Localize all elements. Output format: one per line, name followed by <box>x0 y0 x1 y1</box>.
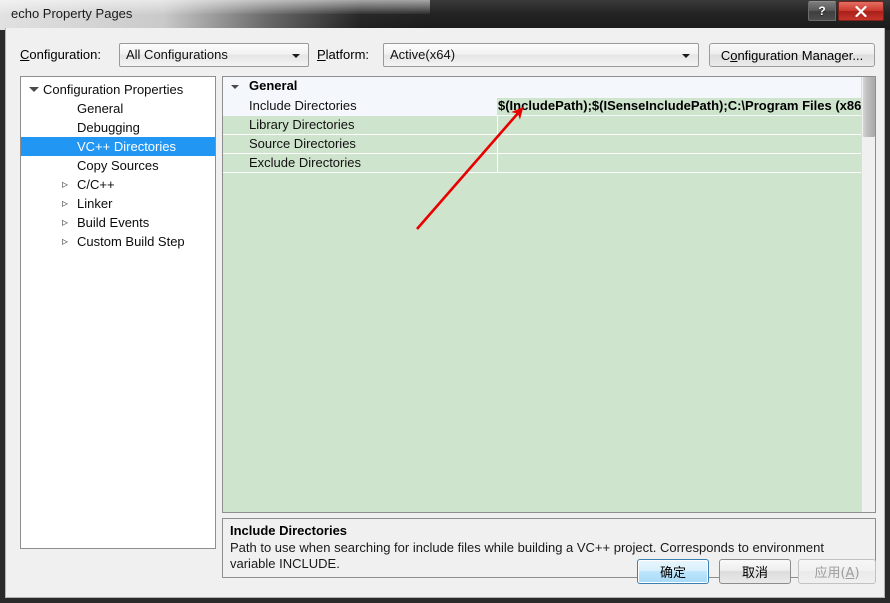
tree-item-label: Custom Build Step <box>77 234 185 249</box>
property-grid-empty-area <box>223 174 861 512</box>
dialog-client-area: Configuration: All Configurations Platfo… <box>5 28 885 598</box>
property-row[interactable]: Include Directories $(IncludePath);$(ISen… <box>223 97 861 116</box>
property-category-label: General <box>249 78 298 93</box>
property-row[interactable]: Source Directories <box>223 135 861 154</box>
platform-combobox-value: Active(x64) <box>390 47 456 62</box>
configuration-combobox[interactable]: All Configurations <box>119 43 309 67</box>
property-grid-scrollbar[interactable] <box>861 77 875 512</box>
property-name: Exclude Directories <box>249 155 361 170</box>
platform-combobox[interactable]: Active(x64) <box>383 43 699 67</box>
property-row-gutter <box>223 135 237 153</box>
expander-closed-icon[interactable] <box>59 175 75 194</box>
cancel-button[interactable]: 取消 <box>719 559 791 584</box>
apply-button[interactable]: 应用(A) <box>798 559 876 584</box>
chevron-down-icon <box>292 54 300 58</box>
tree-item-label: C/C++ <box>77 177 115 192</box>
property-row-gutter <box>223 97 237 115</box>
tree-item-label: Build Events <box>77 215 150 230</box>
expander-open-icon[interactable] <box>231 85 239 89</box>
tree-item-build-events[interactable]: Build Events <box>21 213 215 232</box>
ok-button[interactable]: 确定 <box>637 559 709 584</box>
expander-open-icon[interactable] <box>25 80 41 99</box>
expander-closed-icon[interactable] <box>59 213 75 232</box>
tree-item-general[interactable]: General <box>21 99 215 118</box>
close-button[interactable] <box>838 1 884 21</box>
tree-item-linker[interactable]: Linker <box>21 194 215 213</box>
property-category-row[interactable]: General <box>223 77 861 97</box>
tree-item-label: VC++ Directories <box>77 139 176 154</box>
tree-item-vc-directories[interactable]: VC++ Directories <box>21 137 215 156</box>
property-value[interactable] <box>497 155 861 172</box>
scrollbar-thumb[interactable] <box>863 77 875 137</box>
property-value[interactable] <box>497 117 861 134</box>
tree-item-debugging[interactable]: Debugging <box>21 118 215 137</box>
property-grid[interactable]: General Include Directories $(IncludePath… <box>222 76 876 513</box>
ok-button-label: 确定 <box>659 566 686 581</box>
tree-item-configuration-properties[interactable]: Configuration Properties <box>21 80 215 99</box>
caption-button-group: ? <box>808 1 884 21</box>
property-row-gutter <box>223 116 237 134</box>
property-pages-dialog: echo Property Pages ? Configuration: All… <box>0 0 890 603</box>
property-value[interactable] <box>497 136 861 153</box>
help-button[interactable]: ? <box>808 1 836 21</box>
tree-item-c-c[interactable]: C/C++ <box>21 175 215 194</box>
description-title: Include Directories <box>230 523 348 538</box>
property-value[interactable]: $(IncludePath);$(ISenseIncludePath);C:\P… <box>497 98 861 115</box>
properties-tree[interactable]: Configuration Properties General Debugging… <box>20 76 216 549</box>
cancel-button-label: 取消 <box>741 566 768 581</box>
tree-item-custom-build-step[interactable]: Custom Build Step <box>21 232 215 251</box>
chevron-down-icon <box>682 54 690 58</box>
window-title: echo Property Pages <box>11 6 133 21</box>
dialog-button-bar: 确定 取消 应用(A) <box>6 552 884 597</box>
tree-item-label: Configuration Properties <box>43 82 184 97</box>
title-bar[interactable]: echo Property Pages ? <box>0 0 890 30</box>
apply-button-label: 应用(A) <box>814 566 860 581</box>
configuration-combobox-value: All Configurations <box>126 47 228 62</box>
tree-item-label: Copy Sources <box>77 158 159 173</box>
tree-item-label: General <box>77 101 124 116</box>
property-row[interactable]: Library Directories <box>223 116 861 135</box>
property-name: Include Directories <box>249 98 357 113</box>
tree-item-label: Linker <box>77 196 113 211</box>
configuration-label: Configuration: <box>20 47 101 62</box>
configuration-manager-button[interactable]: Configuration Manager... <box>709 43 875 67</box>
property-row-gutter <box>223 154 237 172</box>
tree-item-label: Debugging <box>77 120 140 135</box>
property-row[interactable]: Exclude Directories <box>223 154 861 173</box>
expander-closed-icon[interactable] <box>59 194 75 213</box>
close-icon <box>855 5 867 17</box>
configuration-manager-button-label: Configuration Manager... <box>720 47 864 63</box>
platform-label: Platform: <box>317 47 370 62</box>
configuration-toolbar: Configuration: All Configurations Platfo… <box>6 42 886 68</box>
tree-item-copy-sources[interactable]: Copy Sources <box>21 156 215 175</box>
property-name: Source Directories <box>249 136 356 151</box>
expander-closed-icon[interactable] <box>59 232 75 251</box>
property-name: Library Directories <box>249 117 355 132</box>
